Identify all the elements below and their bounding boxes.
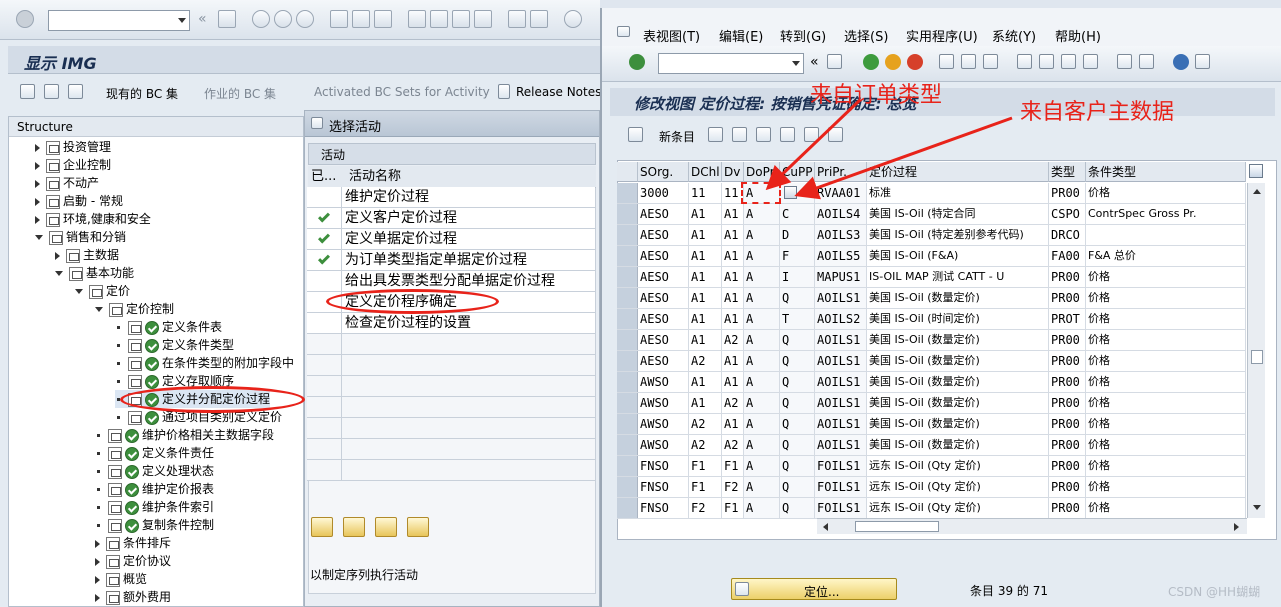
annotation-arrows xyxy=(765,98,1013,200)
arrow-to-cupp xyxy=(794,116,1013,200)
arrow-to-dopr xyxy=(765,98,862,191)
